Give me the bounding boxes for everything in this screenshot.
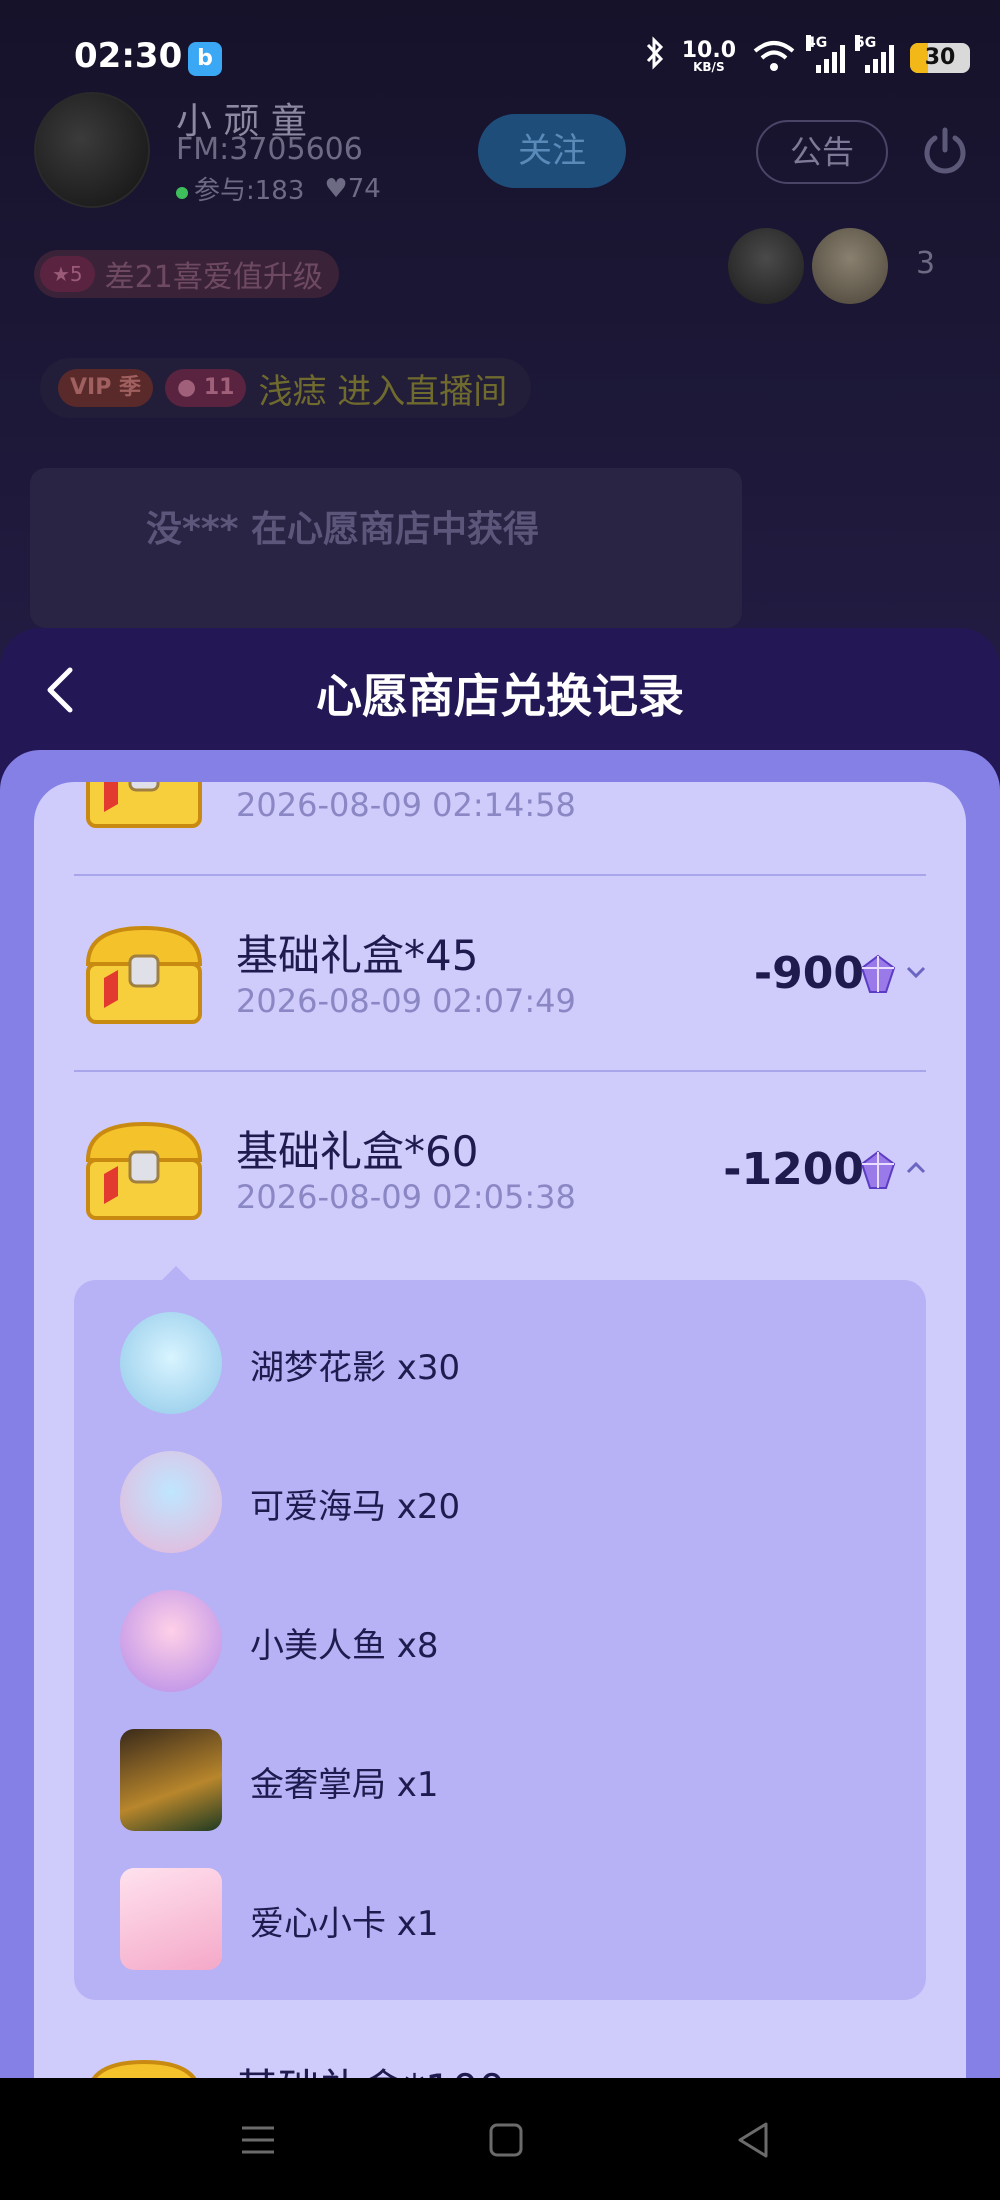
- host-avatar[interactable]: [34, 92, 150, 208]
- gift-box-icon: [74, 782, 214, 836]
- entry-notice: VIP 季 ● 11 浅痣 进入直播间: [40, 358, 532, 418]
- reward-broadcast-text: 没*** 在心愿商店中获得: [146, 509, 540, 550]
- entry-message: 浅痣 进入直播间: [258, 371, 508, 412]
- viewer-avatar[interactable]: [728, 228, 804, 304]
- gift-box-icon: [74, 1116, 214, 1228]
- participant-count: 参与:183: [176, 170, 304, 207]
- record-time: 2026-08-09 02:07:49: [236, 982, 576, 1020]
- gift-thumbnail: [120, 1868, 222, 1970]
- detail-item: 可爱海马 x20: [120, 1451, 880, 1555]
- follow-button[interactable]: 关注: [478, 114, 626, 188]
- signal-5g-label: 5G: [855, 35, 877, 51]
- level-badge: ★5: [40, 256, 95, 292]
- record-row[interactable]: 基础礼盒*100: [74, 2010, 926, 2078]
- exchange-record-sheet: 心愿商店兑换记录 2026-08-09 02:14:58 基础礼盒*45 202…: [0, 628, 1000, 2078]
- detail-item: 爱心小卡 x1: [120, 1868, 880, 1972]
- host-fm-id: FM:3705606: [176, 132, 363, 167]
- gift-box-icon: [74, 2054, 214, 2078]
- sheet-title: 心愿商店兑换记录: [316, 669, 684, 723]
- battery-level: 30: [924, 45, 956, 70]
- record-time: 2026-08-09 02:14:58: [236, 786, 576, 824]
- detail-item-label: 可爱海马 x20: [250, 1487, 461, 1527]
- like-count: ♥74: [324, 173, 381, 204]
- viewer-avatar[interactable]: [812, 228, 888, 304]
- wifi-icon: [752, 39, 796, 77]
- detail-item-label: 湖梦花影 x30: [250, 1348, 461, 1388]
- chevron-down-icon[interactable]: [906, 964, 926, 979]
- record-detail-panel: 湖梦花影 x30 可爱海马 x20 小美人鱼 x8 金奢掌局 x1 爱心小卡 x…: [74, 1266, 926, 2000]
- signal-4g-label: 4G: [806, 35, 828, 51]
- status-icons: 10.0 KB/S 4G 5G 30: [644, 35, 970, 81]
- home-icon[interactable]: [484, 2118, 528, 2162]
- reward-broadcast-card: 没*** 在心愿商店中获得: [30, 468, 742, 628]
- status-time: 02:30: [74, 36, 183, 76]
- system-navigation-bar: [0, 2078, 1000, 2200]
- network-speed: 10.0 KB/S: [682, 40, 736, 75]
- record-time: 2026-08-09 02:05:38: [236, 1178, 576, 1216]
- record-name: 基础礼盒*100: [236, 2056, 505, 2078]
- detail-item-label: 爱心小卡 x1: [250, 1904, 439, 1944]
- app-notification-icon: b: [188, 42, 222, 76]
- level-progress-pill[interactable]: ★5 差21喜爱值升级: [34, 250, 339, 298]
- menu-icon[interactable]: [236, 2118, 280, 2162]
- detail-item-label: 金奢掌局 x1: [250, 1765, 439, 1805]
- detail-item: 金奢掌局 x1: [120, 1729, 880, 1833]
- gift-thumbnail: [120, 1451, 222, 1553]
- record-name: 基础礼盒*60: [236, 1127, 479, 1176]
- sheet-body: 2026-08-09 02:14:58 基础礼盒*45 2026-08-09 0…: [0, 750, 1000, 2078]
- viewer-count[interactable]: 3: [916, 246, 935, 281]
- record-row-expanded[interactable]: 基础礼盒*60 2026-08-09 02:05:38 -1200: [74, 1072, 926, 1268]
- detail-item: 湖梦花影 x30: [120, 1312, 880, 1416]
- gift-thumbnail: [120, 1312, 222, 1414]
- gift-box-icon: [74, 920, 214, 1032]
- battery-icon: 30: [910, 43, 970, 73]
- gift-thumbnail: [120, 1729, 222, 1831]
- back-nav-icon[interactable]: [732, 2118, 776, 2162]
- record-row[interactable]: 基础礼盒*45 2026-08-09 02:07:49 -900: [74, 876, 926, 1072]
- signal-icon-4g: 4G: [806, 35, 845, 73]
- level-progress-text: 差21喜爱值升级: [104, 260, 323, 295]
- chevron-up-icon[interactable]: [906, 1160, 926, 1174]
- detail-item-label: 小美人鱼 x8: [250, 1626, 439, 1666]
- record-row[interactable]: 2026-08-09 02:14:58: [74, 782, 926, 876]
- crystal-icon: [858, 954, 898, 994]
- bluetooth-icon: [644, 35, 666, 81]
- host-stats: 参与:183 ♥74: [176, 170, 381, 207]
- user-level-badge: ● 11: [165, 369, 247, 407]
- record-list[interactable]: 2026-08-09 02:14:58 基础礼盒*45 2026-08-09 0…: [34, 782, 966, 2078]
- gift-thumbnail: [120, 1590, 222, 1692]
- record-price: -1200: [723, 1144, 864, 1195]
- notice-button[interactable]: 公告: [756, 120, 888, 184]
- power-icon[interactable]: [918, 124, 972, 178]
- live-room-background: 02:30 b 10.0 KB/S 4G 5G 30 小 顽 童 FM:3705…: [0, 0, 1000, 700]
- vip-badge: VIP 季: [58, 369, 153, 407]
- detail-item: 小美人鱼 x8: [120, 1590, 880, 1694]
- crystal-icon: [858, 1150, 898, 1190]
- sheet-header: 心愿商店兑换记录: [0, 628, 1000, 752]
- record-price: -900: [753, 948, 864, 999]
- signal-icon-5g: 5G: [855, 35, 894, 73]
- record-name: 基础礼盒*45: [236, 931, 479, 980]
